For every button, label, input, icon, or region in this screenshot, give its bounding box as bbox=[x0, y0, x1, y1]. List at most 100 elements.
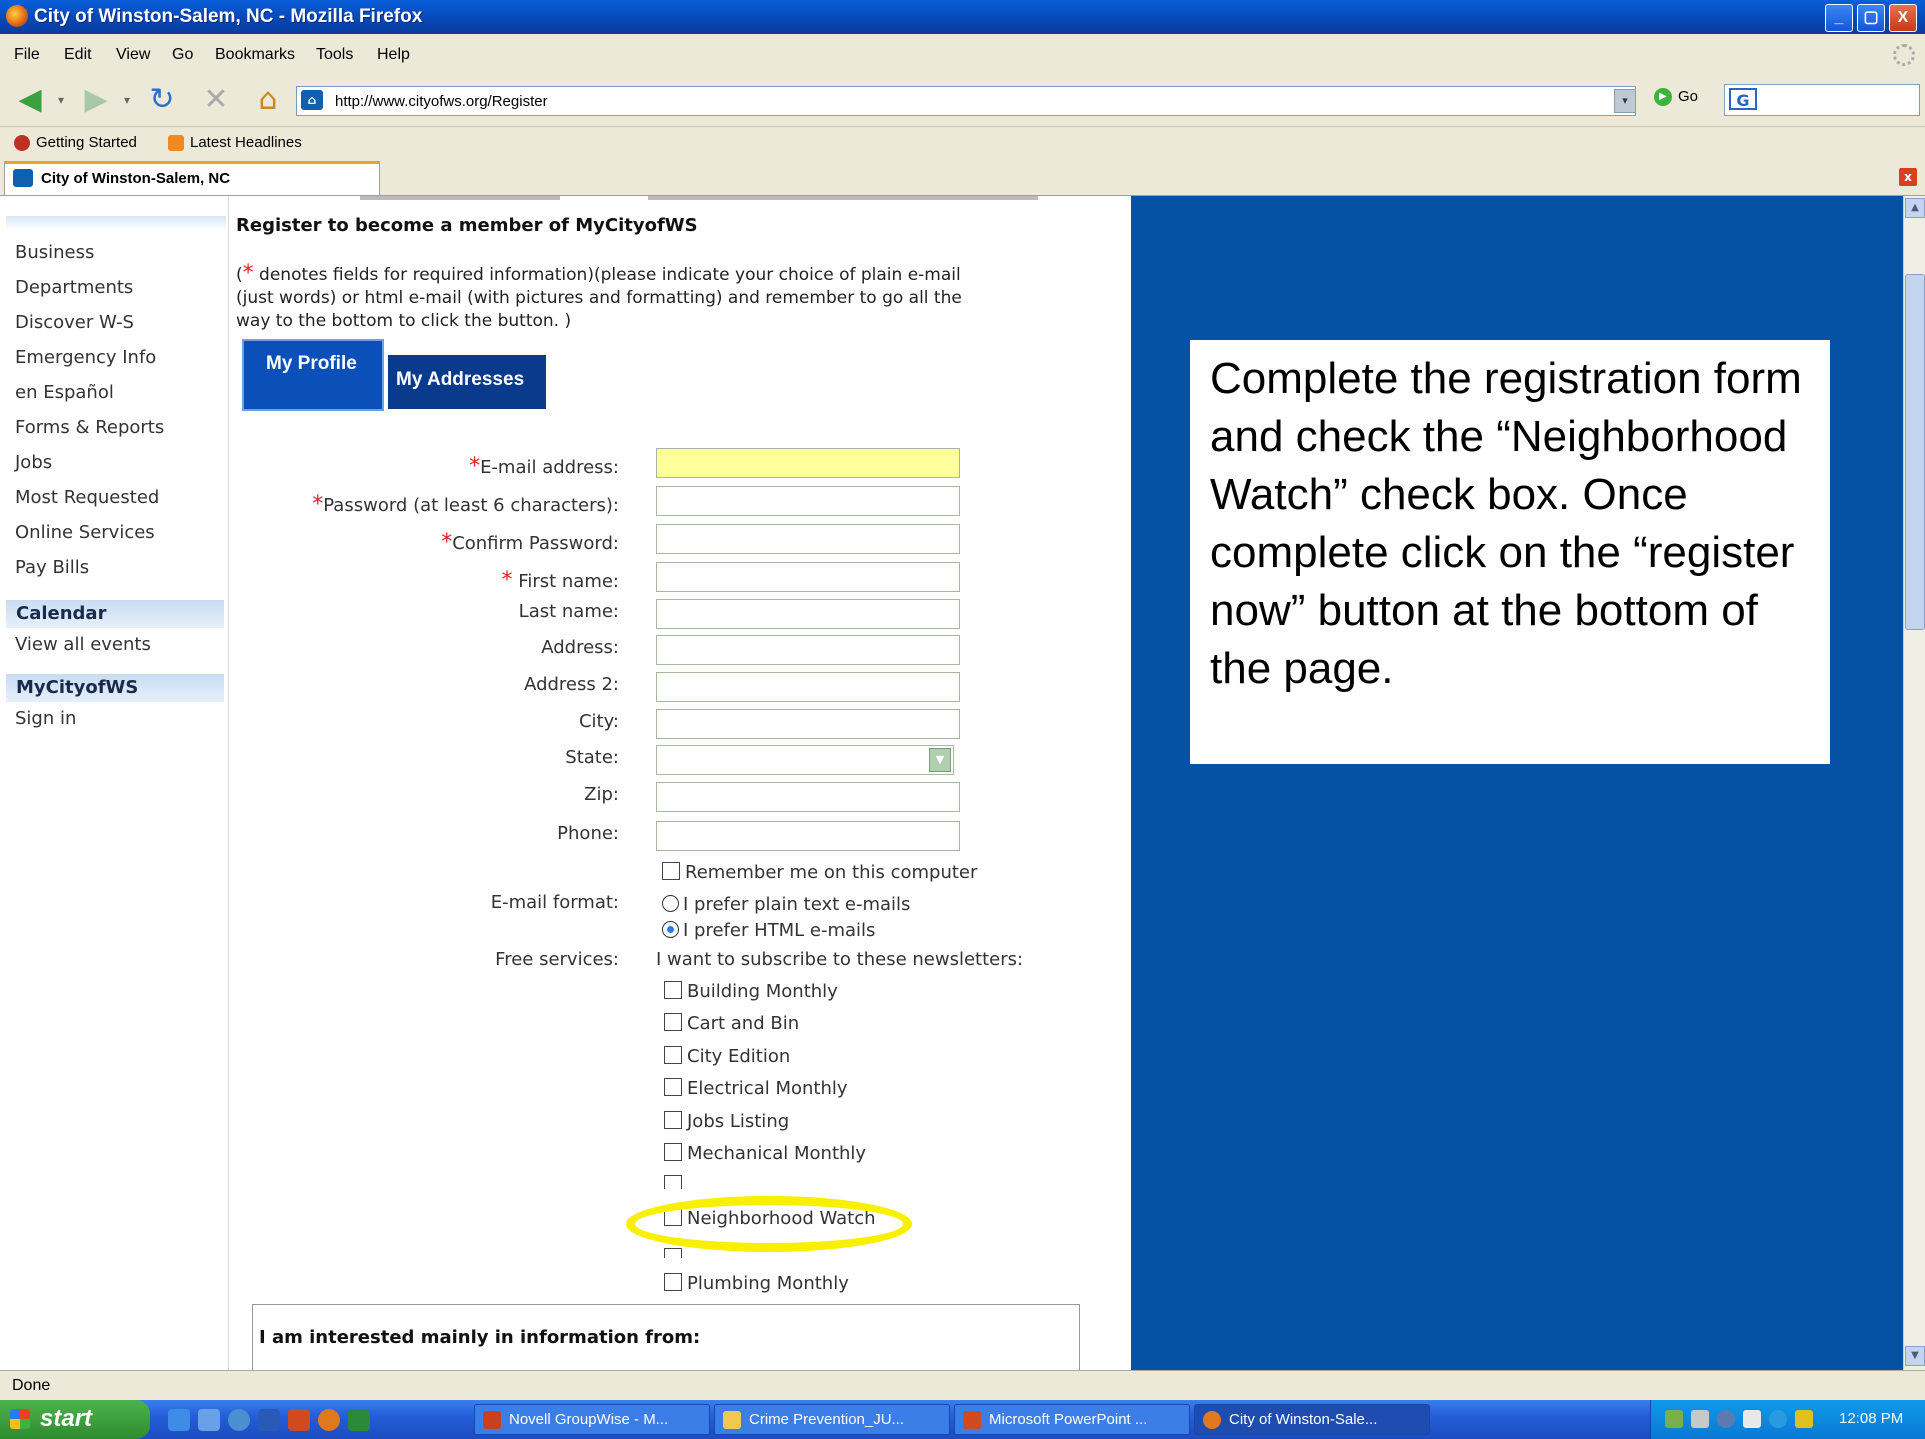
nav-link-business[interactable]: Business bbox=[15, 242, 94, 263]
stop-button[interactable]: ✕ bbox=[196, 82, 236, 118]
menu-help[interactable]: Help bbox=[377, 46, 410, 64]
close-window-button[interactable]: X bbox=[1889, 4, 1917, 32]
nav-link-en-espanol[interactable]: en Español bbox=[15, 382, 114, 403]
newsletter-electrical-monthly[interactable]: Electrical Monthly bbox=[664, 1078, 848, 1099]
address-field[interactable] bbox=[656, 635, 960, 665]
nav-link-sign-in[interactable]: Sign in bbox=[15, 708, 76, 729]
password-field[interactable] bbox=[656, 486, 960, 516]
bookmark-getting-started[interactable]: Getting Started bbox=[14, 134, 137, 152]
phone-field[interactable] bbox=[656, 821, 960, 851]
tab-city-of-winston-salem[interactable]: City of Winston-Salem, NC bbox=[4, 161, 380, 195]
newsletter-mechanical-monthly[interactable]: Mechanical Monthly bbox=[664, 1143, 866, 1164]
menu-tools[interactable]: Tools bbox=[316, 46, 353, 64]
scroll-up-icon[interactable]: ▲ bbox=[1905, 198, 1925, 218]
nav-link-pay-bills[interactable]: Pay Bills bbox=[15, 557, 89, 578]
close-tab-button[interactable]: x bbox=[1899, 168, 1917, 186]
maximize-button[interactable]: ▢ bbox=[1857, 4, 1885, 32]
scroll-thumb[interactable] bbox=[1905, 274, 1925, 630]
task-crime-prevention[interactable]: Crime Prevention_JU... bbox=[714, 1404, 950, 1435]
nav-top-bar bbox=[6, 216, 226, 230]
left-navigation: Business Departments Discover W-S Emerge… bbox=[0, 196, 229, 1370]
start-button[interactable]: start bbox=[0, 1400, 150, 1439]
back-button[interactable]: ◀ bbox=[10, 82, 50, 118]
menu-go[interactable]: Go bbox=[172, 46, 193, 64]
address2-field[interactable] bbox=[656, 672, 960, 702]
back-dropdown-icon[interactable]: ▾ bbox=[54, 82, 68, 118]
newsletter-city-edition[interactable]: City Edition bbox=[664, 1046, 790, 1067]
go-button[interactable]: ▶ Go bbox=[1654, 88, 1698, 107]
newsletter-obscured[interactable] bbox=[664, 1248, 687, 1258]
menu-view[interactable]: View bbox=[116, 46, 150, 64]
html-radio[interactable]: I prefer HTML e-mails bbox=[662, 920, 875, 941]
outlook-quicklaunch-icon[interactable] bbox=[198, 1409, 220, 1431]
tray-sync-icon[interactable] bbox=[1717, 1410, 1735, 1428]
tray-security-icon[interactable] bbox=[1795, 1410, 1813, 1428]
tray-document-icon[interactable] bbox=[1743, 1410, 1761, 1428]
url-bar[interactable]: ⌂ bbox=[296, 86, 1636, 116]
city-field[interactable] bbox=[656, 709, 960, 739]
excel-quicklaunch-icon[interactable] bbox=[348, 1409, 370, 1431]
email-field[interactable] bbox=[656, 448, 960, 478]
tray-network-icon[interactable] bbox=[1665, 1410, 1683, 1428]
firefox-quicklaunch-icon[interactable] bbox=[318, 1409, 340, 1431]
menu-bookmarks[interactable]: Bookmarks bbox=[215, 46, 295, 64]
chevron-down-icon: ▼ bbox=[929, 748, 951, 772]
nav-link-forms-reports[interactable]: Forms & Reports bbox=[15, 417, 164, 438]
state-select[interactable]: ▼ bbox=[656, 745, 954, 775]
nav-link-jobs[interactable]: Jobs bbox=[15, 452, 52, 473]
zip-field[interactable] bbox=[656, 782, 960, 812]
tab-bar: City of Winston-Salem, NC x bbox=[0, 159, 1925, 196]
menu-file[interactable]: File bbox=[14, 46, 40, 64]
task-groupwise[interactable]: Novell GroupWise - M... bbox=[474, 1404, 710, 1435]
reload-button[interactable]: ↻ bbox=[142, 82, 182, 118]
site-favicon-icon bbox=[13, 169, 33, 187]
site-favicon-icon: ⌂ bbox=[301, 90, 323, 110]
newsletter-obscured[interactable] bbox=[664, 1175, 687, 1189]
word-quicklaunch-icon[interactable] bbox=[258, 1409, 280, 1431]
phone-label: Phone: bbox=[557, 823, 619, 844]
bookmark-latest-headlines[interactable]: Latest Headlines bbox=[168, 134, 302, 152]
last-name-field[interactable] bbox=[656, 599, 960, 629]
task-powerpoint[interactable]: Microsoft PowerPoint ... bbox=[954, 1404, 1190, 1435]
tab-my-addresses[interactable]: My Addresses bbox=[388, 355, 546, 409]
nav-link-online-services[interactable]: Online Services bbox=[15, 522, 155, 543]
newsletter-plumbing-monthly[interactable]: Plumbing Monthly bbox=[664, 1273, 849, 1294]
nav-link-discover[interactable]: Discover W-S bbox=[15, 312, 134, 333]
remember-me-checkbox[interactable]: Remember me on this computer bbox=[662, 862, 977, 883]
tray-drive-icon[interactable] bbox=[1691, 1410, 1709, 1428]
last-name-label: Last name: bbox=[518, 601, 619, 622]
city-label: City: bbox=[578, 711, 619, 732]
media-quicklaunch-icon[interactable] bbox=[228, 1409, 250, 1431]
newsletter-building-monthly[interactable]: Building Monthly bbox=[664, 981, 838, 1002]
nav-link-view-all-events[interactable]: View all events bbox=[15, 634, 151, 655]
newsletter-cart-and-bin[interactable]: Cart and Bin bbox=[664, 1013, 799, 1034]
nav-link-emergency-info[interactable]: Emergency Info bbox=[15, 347, 156, 368]
nav-link-most-requested[interactable]: Most Requested bbox=[15, 487, 159, 508]
confirm-password-field[interactable] bbox=[656, 524, 960, 554]
minimize-button[interactable]: _ bbox=[1825, 4, 1853, 32]
home-button[interactable]: ⌂ bbox=[248, 82, 288, 118]
url-dropdown-icon[interactable]: ▾ bbox=[1614, 89, 1636, 113]
forward-button[interactable]: ▶ bbox=[76, 82, 116, 118]
url-input[interactable] bbox=[333, 89, 1617, 113]
ie-quicklaunch-icon[interactable] bbox=[168, 1409, 190, 1431]
nav-link-departments[interactable]: Departments bbox=[15, 277, 133, 298]
plain-text-radio[interactable]: I prefer plain text e-mails bbox=[662, 894, 910, 915]
scroll-down-icon[interactable]: ▼ bbox=[1905, 1346, 1925, 1366]
instruction-callout: Complete the registration form and check… bbox=[1190, 340, 1830, 764]
tab-my-profile[interactable]: My Profile bbox=[242, 339, 384, 411]
vertical-scrollbar[interactable]: ▲ ▼ bbox=[1903, 196, 1925, 1370]
search-box[interactable]: G bbox=[1724, 84, 1920, 116]
first-name-field[interactable] bbox=[656, 562, 960, 592]
address-label: Address: bbox=[541, 637, 619, 658]
menu-edit[interactable]: Edit bbox=[64, 46, 92, 64]
tray-update-icon[interactable] bbox=[1769, 1410, 1787, 1428]
calendar-heading: Calendar bbox=[6, 600, 224, 628]
email-format-label: E-mail format: bbox=[490, 892, 619, 913]
task-firefox[interactable]: City of Winston-Sale... bbox=[1194, 1404, 1430, 1435]
window-title-bar[interactable]: City of Winston-Salem, NC - Mozilla Fire… bbox=[0, 0, 1925, 34]
powerpoint-quicklaunch-icon[interactable] bbox=[288, 1409, 310, 1431]
forward-dropdown-icon[interactable]: ▾ bbox=[120, 82, 134, 118]
newsletter-jobs-listing[interactable]: Jobs Listing bbox=[664, 1111, 789, 1132]
groupwise-icon bbox=[483, 1411, 501, 1429]
